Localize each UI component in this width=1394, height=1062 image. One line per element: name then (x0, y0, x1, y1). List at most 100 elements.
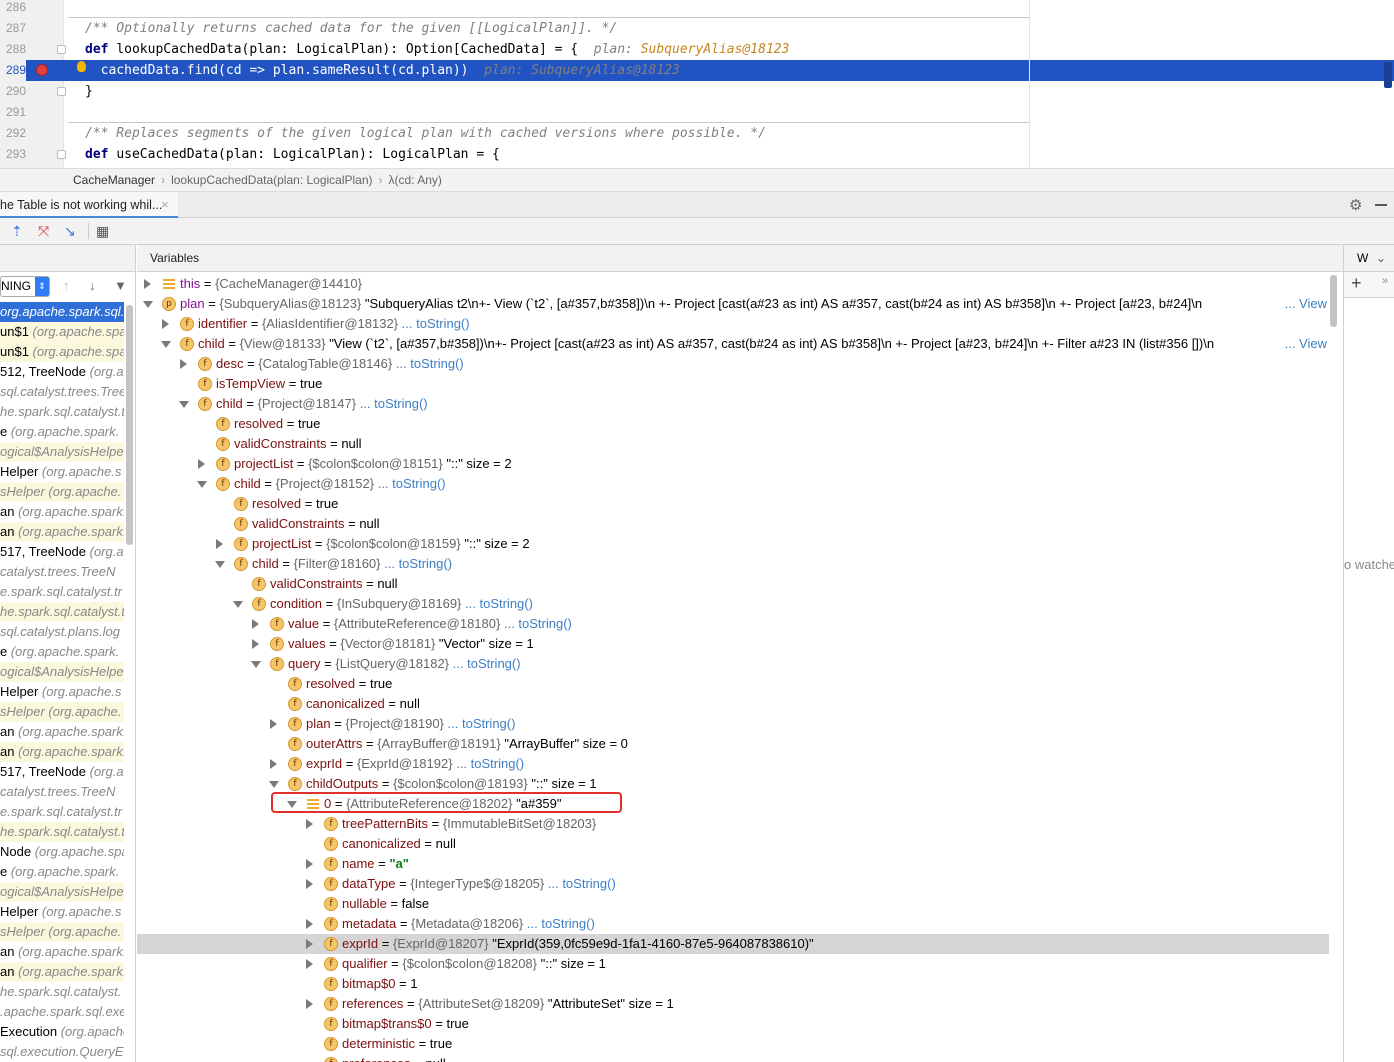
stack-frame[interactable]: an (org.apache.spark. (0, 942, 124, 962)
expand-down-icon[interactable] (143, 301, 153, 308)
stack-frame[interactable]: 517, TreeNode (org.a (0, 762, 124, 782)
breakpoint-icon[interactable] (36, 64, 48, 76)
view-link[interactable]: ... View (1278, 294, 1327, 314)
stack-frame[interactable]: an (org.apache.spark. (0, 722, 124, 742)
expand-down-icon[interactable] (197, 481, 207, 488)
stack-frame[interactable]: e.spark.sql.catalyst.tr (0, 802, 124, 822)
stack-frame[interactable]: sHelper (org.apache. (0, 482, 124, 502)
thread-selector[interactable]: NING ⇕ (0, 276, 50, 297)
intention-bulb-icon[interactable] (77, 61, 86, 72)
variable-row[interactable]: f metadata = {Metadata@18206} ... toStrin… (137, 914, 1329, 934)
stack-frame[interactable]: .apache.spark.sql.exe (0, 1002, 124, 1022)
stack-frame[interactable]: 512, TreeNode (org.a (0, 362, 124, 382)
to-string-link[interactable]: ... toString() (384, 556, 452, 571)
variable-row[interactable]: f dataType = {IntegerType$@18205} ... toS… (137, 874, 1329, 894)
stack-frame[interactable]: un$1 (org.apache.spa (0, 342, 124, 362)
expand-down-icon[interactable] (179, 401, 189, 408)
variable-row[interactable]: f child = {Project@18147} ... toString() (137, 394, 1329, 414)
expand-right-icon[interactable] (306, 999, 313, 1009)
to-string-link[interactable]: ... toString() (465, 596, 533, 611)
stack-frame[interactable]: e (org.apache.spark. (0, 642, 124, 662)
to-string-link[interactable]: ... toString() (504, 616, 572, 631)
stack-frame[interactable]: sHelper (org.apache. (0, 922, 124, 942)
expand-right-icon[interactable] (306, 919, 313, 929)
add-watch-icon[interactable]: + (1351, 273, 1362, 294)
code-line[interactable]: 293 def useCachedData(plan: LogicalPlan):… (0, 144, 1394, 165)
variable-row[interactable]: f desc = {CatalogTable@18146} ... toStrin… (137, 354, 1329, 374)
breadcrumb-item[interactable]: lookupCachedData(plan: LogicalPlan) (171, 173, 372, 187)
stack-frame[interactable]: he.spark.sql.catalyst.t (0, 602, 124, 622)
variable-row[interactable]: f preferences = null (137, 1054, 1329, 1062)
code-line[interactable]: 291 (0, 102, 1394, 123)
variable-row[interactable]: f validConstraints = null (137, 574, 1329, 594)
variable-row[interactable]: f references = {AttributeSet@18209} "Attr… (137, 994, 1329, 1014)
variable-row[interactable]: this = {CacheManager@14410} (137, 274, 1329, 294)
variable-row[interactable]: f child = {Project@18152} ... toString() (137, 474, 1329, 494)
variable-row[interactable]: f query = {ListQuery@18182} ... toString(… (137, 654, 1329, 674)
fold-icon[interactable] (57, 150, 66, 159)
variable-row[interactable]: f canonicalized = null (137, 834, 1329, 854)
run-to-cursor-icon[interactable]: ↘ (64, 223, 76, 240)
variable-row[interactable]: f nullable = false (137, 894, 1329, 914)
to-string-link[interactable]: ... toString() (378, 476, 446, 491)
stack-frame[interactable]: un$1 (org.apache.spa (0, 322, 124, 342)
variable-row[interactable]: f validConstraints = null (137, 434, 1329, 454)
expand-right-icon[interactable] (270, 759, 277, 769)
variable-row[interactable]: f child = {Filter@18160} ... toString() (137, 554, 1329, 574)
expand-right-icon[interactable] (270, 719, 277, 729)
stack-frame[interactable]: sHelper (org.apache. (0, 702, 124, 722)
code-line[interactable]: 287 /** Optionally returns cached data fo… (0, 18, 1394, 39)
evaluate-table-icon[interactable]: ▦ (96, 223, 109, 240)
stack-frame[interactable]: sql.catalyst.trees.Tree (0, 382, 124, 402)
to-string-link[interactable]: ... toString() (456, 756, 524, 771)
variable-row[interactable]: f qualifier = {$colon$colon@18208} "::" s… (137, 954, 1329, 974)
stack-frame[interactable]: ogical$AnalysisHelper (0, 882, 124, 902)
code-line[interactable]: 286 (0, 0, 1394, 18)
code-line[interactable]: 289 cachedData.find(cd => plan.sameResul… (0, 60, 1394, 81)
variable-row[interactable]: f bitmap$0 = 1 (137, 974, 1329, 994)
variable-row[interactable]: f identifier = {AliasIdentifier@18132} ..… (137, 314, 1329, 334)
stack-frame[interactable]: sql.execution.QueryE (0, 1042, 124, 1062)
expand-right-icon[interactable] (198, 459, 205, 469)
expand-right-icon[interactable] (144, 279, 151, 289)
fold-icon[interactable] (57, 87, 66, 96)
stack-frame[interactable]: catalyst.trees.TreeN (0, 782, 124, 802)
arrow-up-icon[interactable]: ↑ (63, 278, 70, 293)
variable-row[interactable]: f plan = {Project@18190} ... toString() (137, 714, 1329, 734)
gear-icon[interactable]: ⚙ (1349, 196, 1362, 214)
variable-row[interactable]: f outerAttrs = {ArrayBuffer@18191} "Array… (137, 734, 1329, 754)
stack-frame[interactable]: e.spark.sql.catalyst.tr (0, 582, 124, 602)
code-line[interactable]: 290} (0, 81, 1394, 102)
code-editor[interactable]: 286 287 /** Optionally returns cached data… (0, 0, 1394, 168)
variables-scrollbar[interactable] (1330, 275, 1337, 327)
minimize-icon[interactable] (1375, 196, 1387, 206)
frames-scrollbar[interactable] (126, 305, 133, 545)
to-string-link[interactable]: ... toString() (453, 656, 521, 671)
variable-row[interactable]: f canonicalized = null (137, 694, 1329, 714)
expand-down-icon[interactable] (215, 561, 225, 568)
expand-right-icon[interactable] (306, 939, 313, 949)
variable-row[interactable]: f values = {Vector@18181} "Vector" size =… (137, 634, 1329, 654)
step-out-icon[interactable]: ⇡ (11, 223, 23, 240)
expand-right-icon[interactable] (216, 539, 223, 549)
breadcrumb-item[interactable]: λ(cd: Any) (389, 173, 442, 187)
stack-frame[interactable]: Helper (org.apache.s (0, 462, 124, 482)
stack-frame[interactable]: an (org.apache.spark. (0, 522, 124, 542)
expand-right-icon[interactable] (252, 619, 259, 629)
expand-right-icon[interactable] (180, 359, 187, 369)
stack-frame[interactable]: org.apache.spark.sql. (0, 302, 124, 322)
editor-scroll-marker[interactable] (1384, 62, 1392, 88)
variable-row[interactable]: f treePatternBits = {ImmutableBitSet@1820… (137, 814, 1329, 834)
stack-frame[interactable]: he.spark.sql.catalyst.t (0, 402, 124, 422)
expand-down-icon[interactable] (233, 601, 243, 608)
variable-row[interactable]: f projectList = {$colon$colon@18159} "::"… (137, 534, 1329, 554)
close-icon[interactable]: × (161, 192, 169, 218)
variable-row[interactable]: f projectList = {$colon$colon@18151} "::"… (137, 454, 1329, 474)
expand-down-icon[interactable] (269, 781, 279, 788)
expand-right-icon[interactable] (252, 639, 259, 649)
code-line[interactable]: 292 /** Replaces segments of the given lo… (0, 123, 1394, 144)
variable-row[interactable]: f exprId = {ExprId@18207} "ExprId(359,0fc… (137, 934, 1329, 954)
stack-frame[interactable]: Helper (org.apache.s (0, 682, 124, 702)
variable-row[interactable]: f condition = {InSubquery@18169} ... toSt… (137, 594, 1329, 614)
variable-row[interactable]: f resolved = true (137, 414, 1329, 434)
